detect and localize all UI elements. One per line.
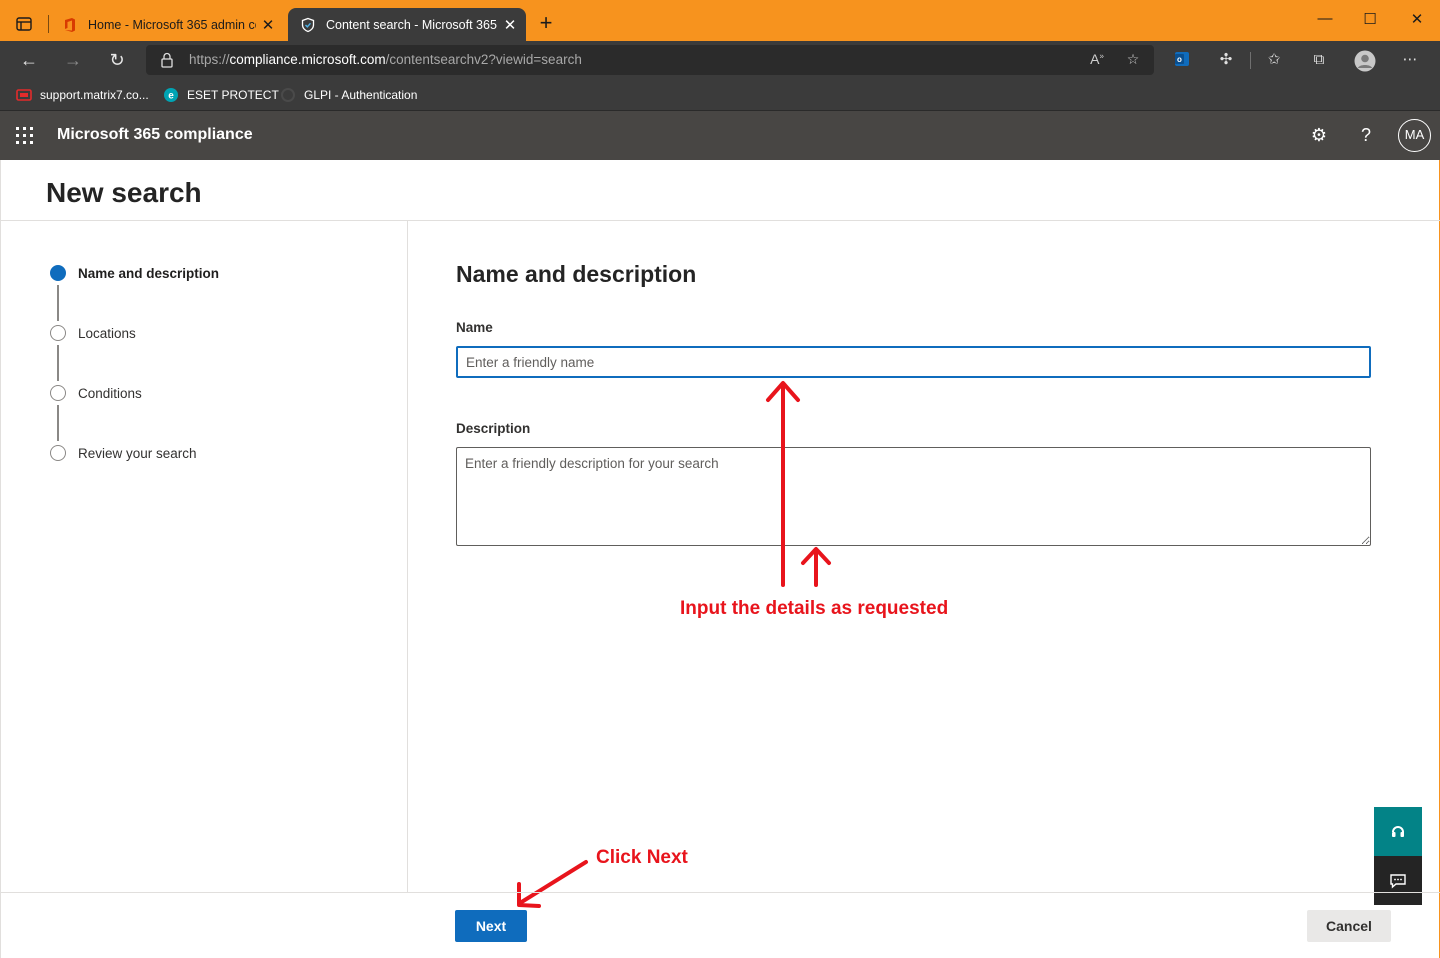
new-tab-icon[interactable]: + (534, 12, 558, 36)
lock-icon[interactable] (160, 52, 174, 68)
office-icon (62, 17, 78, 33)
shield-icon (300, 17, 316, 33)
back-icon[interactable]: ← (18, 49, 40, 71)
step-label: Locations (78, 325, 136, 341)
tab-title: Home - Microsoft 365 admin center (88, 17, 256, 32)
step-connector (57, 285, 59, 321)
more-menu-icon[interactable]: ⋯ (1400, 50, 1420, 70)
header-divider (0, 220, 1440, 221)
tab-actions-icon[interactable] (14, 14, 34, 34)
url-text: https://compliance.microsoft.com/content… (189, 52, 582, 67)
step-label: Review your search (78, 445, 197, 461)
bookmark-matrix7[interactable]: support.matrix7.co... (16, 85, 149, 105)
browser-titlebar: Home - Microsoft 365 admin center ✕ Cont… (0, 0, 1440, 41)
url-host: compliance.microsoft.com (229, 52, 386, 67)
address-bar[interactable]: https://compliance.microsoft.com/content… (146, 45, 1154, 75)
annotation-next-hint: Click Next (596, 847, 688, 868)
app-header: Microsoft 365 compliance ⚙ ? MA (0, 111, 1440, 160)
glpi-icon (280, 87, 296, 103)
app-title[interactable]: Microsoft 365 compliance (57, 126, 253, 144)
close-tab-icon[interactable]: ✕ (498, 16, 522, 34)
wizard-divider (407, 221, 408, 892)
step-label: Name and description (78, 265, 220, 281)
matrix7-icon (16, 87, 32, 103)
page-title: New search (46, 177, 202, 208)
feedback-icon (1389, 872, 1407, 889)
step-review-your-search: Review your search (50, 443, 197, 463)
step-indicator (50, 445, 66, 461)
annotation-input-hint: Input the details as requested (680, 598, 949, 619)
svg-text:o: o (1177, 55, 1182, 64)
description-field[interactable] (456, 447, 1371, 546)
step-connector (57, 345, 59, 381)
refresh-icon[interactable]: ↻ (106, 49, 128, 71)
bookmarks-bar: support.matrix7.co... e ESET PROTECT GLP… (0, 79, 1440, 111)
tab-title: Content search - Microsoft 365 complianc… (326, 17, 498, 32)
avatar[interactable]: MA (1398, 119, 1431, 152)
step-indicator (50, 325, 66, 341)
collections-icon[interactable]: ⧉ (1309, 50, 1329, 70)
close-window-icon[interactable]: ✕ (1402, 10, 1432, 32)
step-name-and-description[interactable]: Name and description (50, 263, 219, 283)
next-button[interactable]: Next (455, 910, 527, 942)
step-label: Conditions (78, 385, 142, 401)
bookmark-label: support.matrix7.co... (40, 88, 149, 102)
app-launcher-icon[interactable] (16, 127, 33, 144)
add-favorite-icon[interactable]: ☆ (1124, 51, 1142, 69)
step-connector (57, 405, 59, 441)
browser-toolbar: ← → ↻ https://compliance.microsoft.com/c… (0, 41, 1440, 79)
step-indicator (50, 385, 66, 401)
cancel-button[interactable]: Cancel (1307, 910, 1391, 942)
name-input[interactable] (456, 346, 1371, 378)
bookmark-label: GLPI - Authentication (304, 88, 418, 102)
url-scheme: https:// (189, 52, 230, 67)
help-icon[interactable]: ? (1356, 125, 1376, 145)
close-tab-icon[interactable]: ✕ (256, 16, 280, 34)
profile-icon[interactable] (1354, 50, 1376, 72)
headset-icon (1390, 821, 1406, 841)
read-aloud-icon[interactable]: A» (1088, 51, 1106, 69)
settings-icon[interactable]: ⚙ (1309, 125, 1329, 145)
maximize-icon[interactable]: ☐ (1355, 10, 1385, 32)
url-path: /contentsearchv2?viewid=search (385, 52, 582, 67)
extensions-icon[interactable]: ✣ (1216, 50, 1236, 70)
feedback-button[interactable] (1374, 856, 1422, 905)
outlook-icon[interactable]: o (1172, 50, 1192, 70)
svg-text:e: e (168, 91, 174, 102)
name-label: Name (456, 320, 493, 335)
forward-icon[interactable]: → (62, 49, 84, 71)
bookmark-label: ESET PROTECT (187, 88, 279, 102)
tab-separator (48, 15, 49, 33)
minimize-icon[interactable]: — (1310, 10, 1340, 32)
favorites-icon[interactable]: ✩ (1264, 50, 1284, 70)
page-border-left (0, 160, 1, 958)
description-label: Description (456, 421, 531, 436)
tab-content-search[interactable]: Content search - Microsoft 365 complianc… (288, 8, 526, 41)
help-assistant-button[interactable] (1374, 807, 1422, 856)
footer-divider (0, 892, 1440, 893)
step-conditions: Conditions (50, 383, 142, 403)
step-locations: Locations (50, 323, 136, 343)
bookmark-eset[interactable]: e ESET PROTECT (163, 85, 279, 105)
bookmark-glpi[interactable]: GLPI - Authentication (280, 85, 417, 105)
eset-icon: e (163, 87, 179, 103)
toolbar-separator (1250, 52, 1251, 69)
section-title: Name and description (456, 261, 697, 287)
tab-admin-center[interactable]: Home - Microsoft 365 admin center ✕ (50, 8, 284, 41)
step-current-indicator (50, 265, 66, 281)
